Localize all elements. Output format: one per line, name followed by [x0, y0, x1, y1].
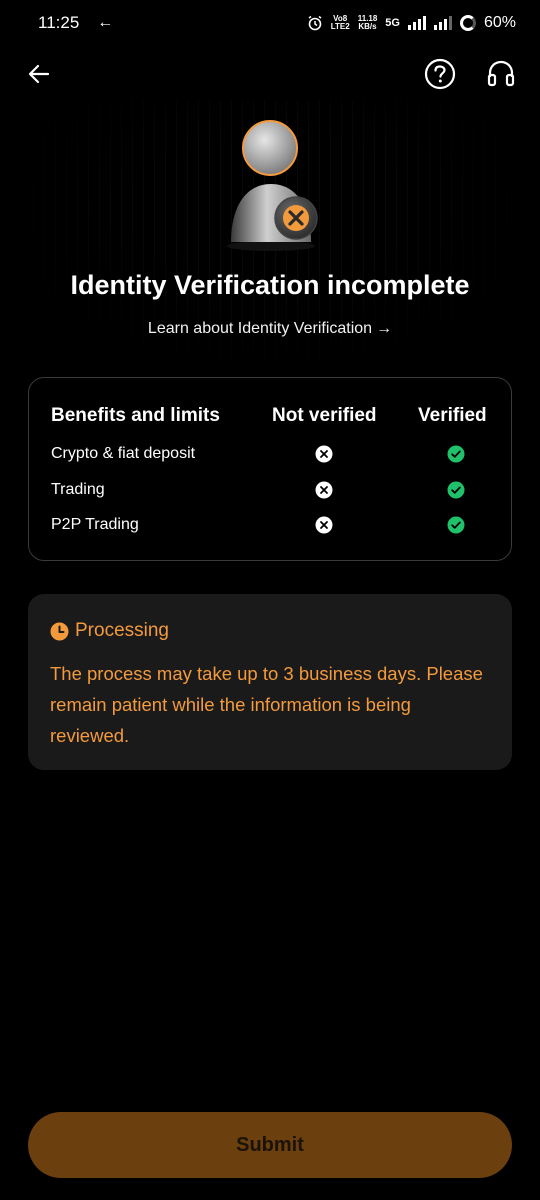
row-label-trading: Trading [51, 481, 105, 498]
signal-strength-2-icon [433, 16, 452, 30]
status-back-arrow-icon: ← [97, 14, 114, 31]
status-time: 11:25 [38, 13, 80, 32]
x-circle-icon [315, 516, 333, 534]
x-circle-icon [315, 481, 333, 499]
network-type: 5G [385, 17, 400, 29]
header-not-verified: Not verified [272, 405, 377, 426]
top-bar [0, 56, 540, 96]
back-button[interactable] [22, 56, 56, 92]
volte-indicator: Vo8 LTE2 [330, 14, 350, 31]
processing-title: Processing [75, 620, 169, 641]
page-title: Identity Verification incomplete [70, 270, 470, 300]
x-circle-icon [315, 445, 333, 463]
header-benefits-and-limits: Benefits and limits [51, 405, 220, 426]
headset-icon [487, 60, 515, 87]
row-label-crypto-fiat-deposit: Crypto & fiat deposit [51, 445, 196, 462]
user-with-x-badge-icon [227, 120, 318, 251]
support-button[interactable] [485, 58, 517, 90]
battery-percent: 60% [483, 14, 516, 31]
submit-button[interactable]: Submit [28, 1112, 512, 1178]
check-circle-icon [447, 516, 465, 534]
status-bar: 11:25 ← Vo8 LTE2 11.18 KB/s 5G 60% [0, 0, 540, 46]
check-circle-icon [447, 445, 465, 463]
help-button[interactable] [424, 58, 456, 90]
learn-identity-verification-link[interactable]: Learn about Identity Verification → [0, 320, 540, 338]
header-verified: Verified [418, 405, 487, 426]
learn-link-text: Learn about Identity Verification [147, 320, 373, 337]
battery-icon [459, 15, 476, 31]
processing-header: Processing [50, 620, 169, 642]
benefits-table: Benefits and limits Not verified Verifie… [28, 377, 512, 561]
question-circle-icon [424, 58, 456, 90]
clock-icon [50, 622, 69, 640]
signal-strength-icon [407, 16, 426, 30]
arrow-right-icon: → [376, 320, 393, 337]
check-circle-icon [447, 481, 465, 499]
network-speed: 11.18 KB/s [357, 14, 378, 31]
alarm-icon [308, 15, 322, 31]
processing-card: Processing The process may take up to 3 … [28, 594, 512, 770]
arrow-left-icon [28, 64, 50, 84]
processing-message: The process may take up to 3 business da… [50, 663, 483, 746]
row-label-p2p-trading: P2P Trading [51, 516, 139, 533]
